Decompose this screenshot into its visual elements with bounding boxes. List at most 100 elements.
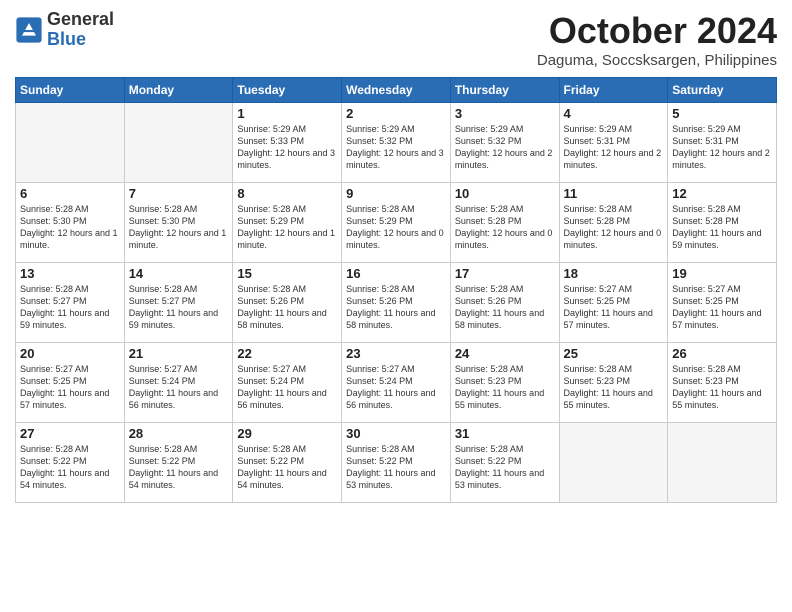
cell-info: Sunrise: 5:28 AMSunset: 5:26 PMDaylight:…: [346, 283, 446, 332]
day-number: 7: [129, 186, 229, 201]
weekday-header: Tuesday: [233, 78, 342, 103]
day-number: 27: [20, 426, 120, 441]
calendar-day-cell: 27 Sunrise: 5:28 AMSunset: 5:22 PMDayligh…: [16, 423, 125, 503]
logo-general: General: [47, 10, 114, 30]
cell-info: Sunrise: 5:28 AMSunset: 5:30 PMDaylight:…: [129, 203, 229, 252]
calendar-day-cell: 14 Sunrise: 5:28 AMSunset: 5:27 PMDayligh…: [124, 263, 233, 343]
logo-text: General Blue: [47, 10, 114, 50]
cell-info: Sunrise: 5:28 AMSunset: 5:28 PMDaylight:…: [672, 203, 772, 252]
day-number: 24: [455, 346, 555, 361]
calendar-day-cell: 18 Sunrise: 5:27 AMSunset: 5:25 PMDayligh…: [559, 263, 668, 343]
cell-info: Sunrise: 5:28 AMSunset: 5:22 PMDaylight:…: [455, 443, 555, 492]
day-number: 5: [672, 106, 772, 121]
day-number: 22: [237, 346, 337, 361]
cell-info: Sunrise: 5:27 AMSunset: 5:25 PMDaylight:…: [20, 363, 120, 412]
day-number: 21: [129, 346, 229, 361]
calendar-week-row: 20 Sunrise: 5:27 AMSunset: 5:25 PMDayligh…: [16, 343, 777, 423]
cell-info: Sunrise: 5:27 AMSunset: 5:24 PMDaylight:…: [346, 363, 446, 412]
cell-info: Sunrise: 5:27 AMSunset: 5:24 PMDaylight:…: [237, 363, 337, 412]
calendar-day-cell: 25Sunrise: 5:28 AMSunset: 5:23 PMDayligh…: [559, 343, 668, 423]
day-number: 26: [672, 346, 772, 361]
page-header: General Blue October 2024 Daguma, Soccsk…: [15, 10, 777, 69]
weekday-header-row: SundayMondayTuesdayWednesdayThursdayFrid…: [16, 78, 777, 103]
calendar-day-cell: 9 Sunrise: 5:28 AMSunset: 5:29 PMDaylight…: [342, 183, 451, 263]
cell-info: Sunrise: 5:28 AMSunset: 5:22 PMDaylight:…: [20, 443, 120, 492]
cell-info: Sunrise: 5:28 AMSunset: 5:30 PMDaylight:…: [20, 203, 120, 252]
calendar-day-cell: 4 Sunrise: 5:29 AMSunset: 5:31 PMDaylight…: [559, 103, 668, 183]
cell-info: Sunrise: 5:28 AMSunset: 5:22 PMDaylight:…: [346, 443, 446, 492]
calendar-day-cell: 13Sunrise: 5:28 AMSunset: 5:27 PMDayligh…: [16, 263, 125, 343]
calendar-day-cell: 22 Sunrise: 5:27 AMSunset: 5:24 PMDayligh…: [233, 343, 342, 423]
calendar-day-cell: [124, 103, 233, 183]
day-number: 25: [564, 346, 664, 361]
cell-info: Sunrise: 5:28 AMSunset: 5:28 PMDaylight:…: [455, 203, 555, 252]
calendar-day-cell: 5 Sunrise: 5:29 AMSunset: 5:31 PMDaylight…: [668, 103, 777, 183]
cell-info: Sunrise: 5:29 AMSunset: 5:31 PMDaylight:…: [672, 123, 772, 172]
day-number: 19: [672, 266, 772, 281]
logo: General Blue: [15, 10, 114, 50]
calendar-day-cell: [559, 423, 668, 503]
calendar-day-cell: 24Sunrise: 5:28 AMSunset: 5:23 PMDayligh…: [450, 343, 559, 423]
day-number: 15: [237, 266, 337, 281]
calendar-day-cell: 31 Sunrise: 5:28 AMSunset: 5:22 PMDayligh…: [450, 423, 559, 503]
calendar-table: SundayMondayTuesdayWednesdayThursdayFrid…: [15, 77, 777, 503]
day-number: 9: [346, 186, 446, 201]
calendar-week-row: 6Sunrise: 5:28 AMSunset: 5:30 PMDaylight…: [16, 183, 777, 263]
cell-info: Sunrise: 5:28 AMSunset: 5:29 PMDaylight:…: [346, 203, 446, 252]
calendar-week-row: 13Sunrise: 5:28 AMSunset: 5:27 PMDayligh…: [16, 263, 777, 343]
calendar-day-cell: 19Sunrise: 5:27 AMSunset: 5:25 PMDayligh…: [668, 263, 777, 343]
day-number: 18: [564, 266, 664, 281]
calendar-day-cell: 10 Sunrise: 5:28 AMSunset: 5:28 PMDayligh…: [450, 183, 559, 263]
calendar-day-cell: 26 Sunrise: 5:28 AMSunset: 5:23 PMDayligh…: [668, 343, 777, 423]
calendar-day-cell: 2 Sunrise: 5:29 AMSunset: 5:32 PMDaylight…: [342, 103, 451, 183]
day-number: 20: [20, 346, 120, 361]
calendar-day-cell: 17Sunrise: 5:28 AMSunset: 5:26 PMDayligh…: [450, 263, 559, 343]
calendar-day-cell: 7 Sunrise: 5:28 AMSunset: 5:30 PMDaylight…: [124, 183, 233, 263]
calendar-day-cell: 15Sunrise: 5:28 AMSunset: 5:26 PMDayligh…: [233, 263, 342, 343]
cell-info: Sunrise: 5:28 AMSunset: 5:29 PMDaylight:…: [237, 203, 337, 252]
day-number: 11: [564, 186, 664, 201]
day-number: 3: [455, 106, 555, 121]
day-number: 10: [455, 186, 555, 201]
day-number: 28: [129, 426, 229, 441]
day-number: 31: [455, 426, 555, 441]
weekday-header: Thursday: [450, 78, 559, 103]
calendar-day-cell: 28Sunrise: 5:28 AMSunset: 5:22 PMDayligh…: [124, 423, 233, 503]
calendar-day-cell: 1Sunrise: 5:29 AMSunset: 5:33 PMDaylight…: [233, 103, 342, 183]
cell-info: Sunrise: 5:27 AMSunset: 5:25 PMDaylight:…: [564, 283, 664, 332]
calendar-day-cell: [16, 103, 125, 183]
day-number: 4: [564, 106, 664, 121]
cell-info: Sunrise: 5:28 AMSunset: 5:27 PMDaylight:…: [20, 283, 120, 332]
day-number: 2: [346, 106, 446, 121]
cell-info: Sunrise: 5:29 AMSunset: 5:31 PMDaylight:…: [564, 123, 664, 172]
day-number: 17: [455, 266, 555, 281]
title-section: October 2024 Daguma, Soccsksargen, Phili…: [537, 10, 777, 69]
cell-info: Sunrise: 5:28 AMSunset: 5:23 PMDaylight:…: [672, 363, 772, 412]
cell-info: Sunrise: 5:28 AMSunset: 5:27 PMDaylight:…: [129, 283, 229, 332]
day-number: 8: [237, 186, 337, 201]
weekday-header: Wednesday: [342, 78, 451, 103]
calendar-day-cell: 11 Sunrise: 5:28 AMSunset: 5:28 PMDayligh…: [559, 183, 668, 263]
day-number: 12: [672, 186, 772, 201]
weekday-header: Friday: [559, 78, 668, 103]
day-number: 14: [129, 266, 229, 281]
day-number: 29: [237, 426, 337, 441]
location-title: Daguma, Soccsksargen, Philippines: [537, 52, 777, 69]
weekday-header: Sunday: [16, 78, 125, 103]
calendar-day-cell: 30Sunrise: 5:28 AMSunset: 5:22 PMDayligh…: [342, 423, 451, 503]
calendar-day-cell: 16 Sunrise: 5:28 AMSunset: 5:26 PMDayligh…: [342, 263, 451, 343]
day-number: 23: [346, 346, 446, 361]
calendar-day-cell: [668, 423, 777, 503]
day-number: 16: [346, 266, 446, 281]
month-title: October 2024: [537, 10, 777, 52]
cell-info: Sunrise: 5:27 AMSunset: 5:24 PMDaylight:…: [129, 363, 229, 412]
cell-info: Sunrise: 5:28 AMSunset: 5:22 PMDaylight:…: [237, 443, 337, 492]
calendar-day-cell: 8 Sunrise: 5:28 AMSunset: 5:29 PMDaylight…: [233, 183, 342, 263]
calendar-week-row: 27 Sunrise: 5:28 AMSunset: 5:22 PMDayligh…: [16, 423, 777, 503]
logo-icon: [15, 16, 43, 44]
logo-blue: Blue: [47, 30, 114, 50]
calendar-day-cell: 20 Sunrise: 5:27 AMSunset: 5:25 PMDayligh…: [16, 343, 125, 423]
cell-info: Sunrise: 5:29 AMSunset: 5:32 PMDaylight:…: [346, 123, 446, 172]
calendar-day-cell: 6Sunrise: 5:28 AMSunset: 5:30 PMDaylight…: [16, 183, 125, 263]
cell-info: Sunrise: 5:28 AMSunset: 5:28 PMDaylight:…: [564, 203, 664, 252]
